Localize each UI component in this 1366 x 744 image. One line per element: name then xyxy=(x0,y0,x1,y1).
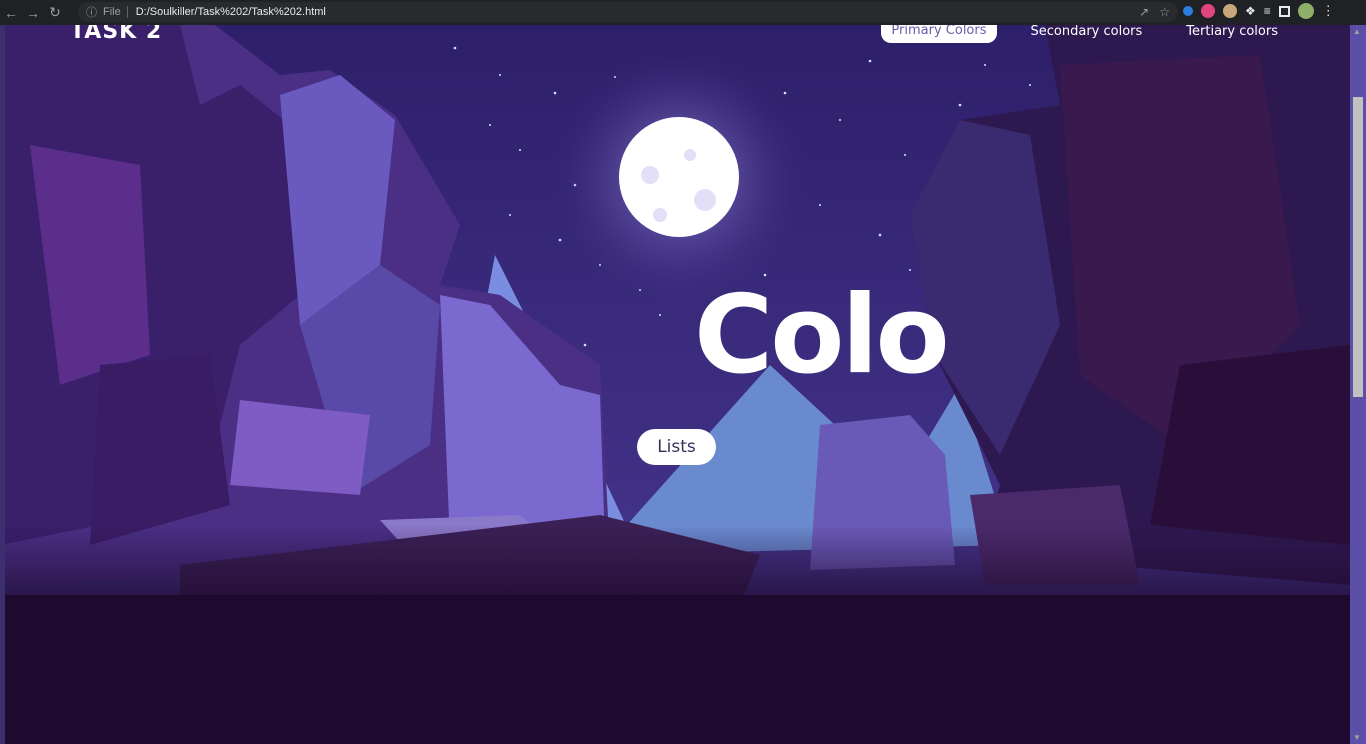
scrollbar-thumb[interactable] xyxy=(1353,97,1363,397)
back-icon[interactable]: ← xyxy=(0,0,22,25)
file-label: File xyxy=(103,6,121,18)
scroll-down-icon[interactable]: ▼ xyxy=(1353,733,1361,742)
left-edge xyxy=(0,25,5,744)
reload-icon[interactable]: ↻ xyxy=(44,0,66,25)
hero-title: Colors xyxy=(694,273,946,398)
extension-icon[interactable] xyxy=(1223,4,1237,18)
share-icon[interactable]: ↗ xyxy=(1139,5,1149,19)
nav-primary-colors[interactable]: Primary Colors xyxy=(881,25,997,43)
reading-list-icon[interactable]: ≡ xyxy=(1264,4,1271,18)
avatar[interactable] xyxy=(1297,3,1314,19)
browser-toolbar: ← → ↻ ⓘ File D:/Soulkiller/Task%202/Task… xyxy=(0,0,1366,25)
nav-tertiary-colors[interactable]: Tertiary colors xyxy=(1176,25,1288,42)
divider xyxy=(126,6,128,18)
forward-icon[interactable]: → xyxy=(22,0,44,25)
menu-icon[interactable]: ⋮ xyxy=(1322,3,1335,19)
side-panel-icon[interactable] xyxy=(1278,5,1290,17)
page-viewport: TASK 2 Primary Colors Secondary colors T… xyxy=(0,25,1366,744)
main-nav: Primary Colors Secondary colors Tertiary… xyxy=(881,25,1288,43)
moon xyxy=(619,117,739,237)
page-bottom xyxy=(0,595,1350,744)
scrollbar[interactable]: ▲ ▼ xyxy=(1350,25,1366,744)
url-text[interactable]: D:/Soulkiller/Task%202/Task%202.html xyxy=(136,6,326,18)
extension-icon[interactable] xyxy=(1183,6,1193,16)
info-icon[interactable]: ⓘ xyxy=(86,4,97,20)
site-logo[interactable]: TASK 2 xyxy=(70,25,162,44)
nav-secondary-colors[interactable]: Secondary colors xyxy=(1021,25,1153,42)
bookmark-star-icon[interactable]: ☆ xyxy=(1159,5,1170,19)
puzzle-icon[interactable]: ❖ xyxy=(1245,4,1256,18)
lists-button[interactable]: Lists xyxy=(637,429,716,465)
address-bar[interactable]: ⓘ File D:/Soulkiller/Task%202/Task%202.h… xyxy=(78,2,1178,22)
extension-icon[interactable] xyxy=(1201,4,1215,18)
scroll-up-icon[interactable]: ▲ xyxy=(1353,27,1361,36)
